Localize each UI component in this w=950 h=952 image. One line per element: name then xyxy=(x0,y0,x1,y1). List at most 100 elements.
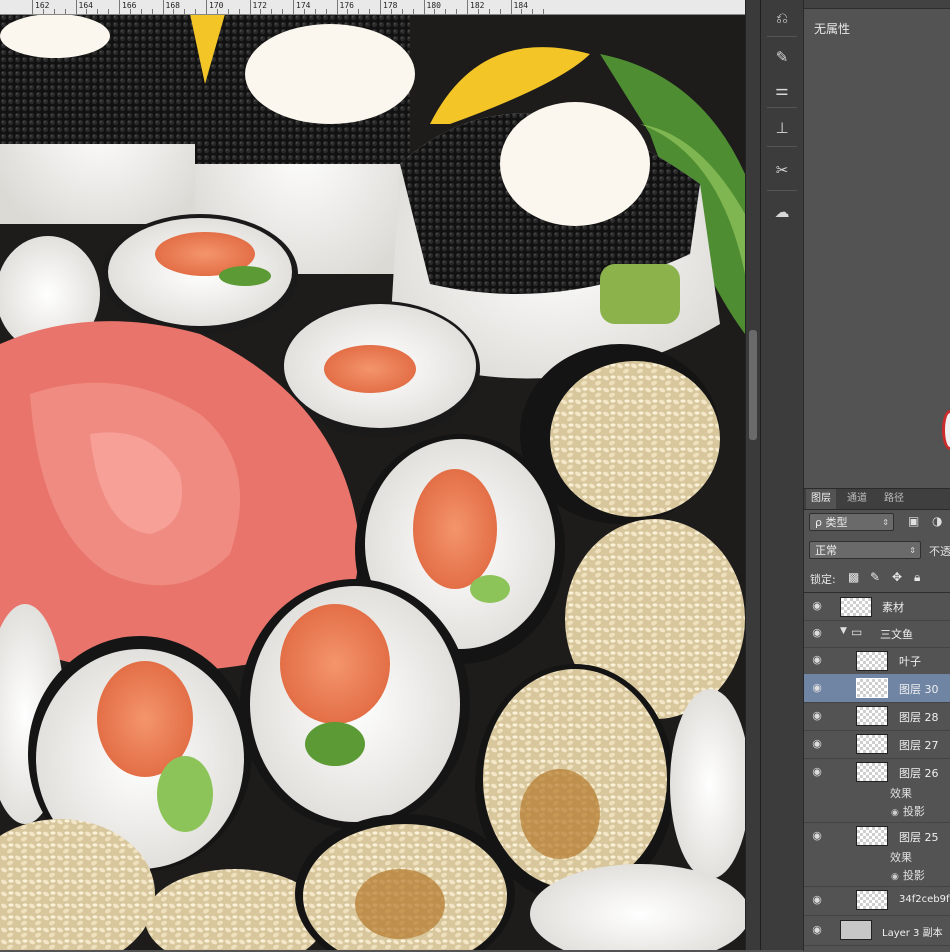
visibility-eye-icon[interactable]: ◉ xyxy=(810,738,824,750)
effect-item[interactable]: ◉ 投影 xyxy=(891,803,925,819)
adjust-icon[interactable]: ⚌ xyxy=(770,78,794,102)
ruler-minor-tick xyxy=(260,9,262,14)
visibility-eye-icon[interactable]: ◉ xyxy=(810,830,824,842)
effect-visibility-eye-icon[interactable]: ◉ xyxy=(891,808,899,818)
chevron-down-icon: ⇕ xyxy=(882,518,889,527)
layer-row[interactable]: ◉ 图层 26 效果 ◉ 投影 xyxy=(804,758,950,823)
visibility-eye-icon[interactable]: ◉ xyxy=(810,600,824,612)
layer-filter-select[interactable]: ρ 类型 ⇕ xyxy=(809,513,894,531)
toolstrip-divider xyxy=(767,107,797,108)
visibility-eye-icon[interactable]: ◉ xyxy=(810,710,824,722)
ruler-minor-tick xyxy=(434,9,436,14)
ruler-major-tick xyxy=(423,0,425,14)
lock-transparent-icon[interactable]: ▩ xyxy=(848,570,859,584)
effect-item[interactable]: ◉ 投影 xyxy=(891,867,925,883)
panel-toolstrip: ⎌ ✎ ⚌ ⊥ ✂ ☁ xyxy=(760,0,804,950)
layer-thumbnail xyxy=(856,651,888,671)
visibility-eye-icon[interactable]: ◉ xyxy=(810,894,824,906)
visibility-eye-icon[interactable]: ◉ xyxy=(810,924,824,936)
ruler-minor-tick xyxy=(195,9,197,14)
ruler-minor-tick xyxy=(227,9,229,14)
layer-name: 图层 27 xyxy=(899,739,939,752)
lock-position-icon[interactable]: ✥ xyxy=(892,570,902,584)
sushi-photo xyxy=(0,14,745,950)
ruler-minor-tick xyxy=(216,9,218,14)
layer-row[interactable]: ◉ Layer 3 副本 xyxy=(804,915,950,946)
layer-thumbnail xyxy=(856,826,888,846)
layer-row[interactable]: ◉ 图层 28 xyxy=(804,702,950,731)
layer-group-row[interactable]: ◉ ▼ ▭ 三文鱼 xyxy=(804,620,950,648)
layer-list: ◉ 素材 ◉ ▼ ▭ 三文鱼 ◉ 叶子 ◉ 图层 30 ◉ 图层 28 ◉ 图层… xyxy=(804,592,950,952)
effects-label: 效果 xyxy=(890,787,912,800)
scrollbar-thumb[interactable] xyxy=(749,330,757,440)
layers-panel: 图层 通道 路径 ρ 类型 ⇕ ▣ ◑ 正常 ⇕ 不透 锁定: ▩ ✎ ✥ 🔒︎… xyxy=(803,488,950,951)
visibility-eye-icon[interactable]: ◉ xyxy=(810,654,824,666)
ruler-minor-tick xyxy=(445,9,447,14)
ruler-minor-tick xyxy=(303,9,305,14)
layer-name: 图层 30 xyxy=(899,683,939,696)
visibility-eye-icon[interactable]: ◉ xyxy=(810,627,824,639)
layer-filter-label: ρ 类型 xyxy=(815,516,848,529)
layer-group-name: 三文鱼 xyxy=(880,628,913,641)
layer-name: 素材 xyxy=(882,601,904,614)
properties-header xyxy=(804,0,950,9)
ruler-minor-tick xyxy=(412,9,414,14)
ruler-minor-tick xyxy=(477,9,479,14)
effect-visibility-eye-icon[interactable]: ◉ xyxy=(891,872,899,882)
visibility-eye-icon[interactable]: ◉ xyxy=(810,766,824,778)
visibility-eye-icon[interactable]: ◉ xyxy=(810,682,824,694)
ruler-minor-tick xyxy=(53,9,55,14)
ruler-major-tick xyxy=(510,0,512,14)
ruler-minor-tick xyxy=(314,9,316,14)
ruler-minor-tick xyxy=(369,9,371,14)
ruler-major-tick xyxy=(293,0,294,14)
document-canvas[interactable]: 162 164 166 168 170 172 174 176 178 180 182 184 xyxy=(0,0,745,950)
layer-name: 图层 26 xyxy=(899,767,939,780)
opacity-label: 不透 xyxy=(929,545,950,558)
effect-name: 投影 xyxy=(902,805,925,818)
tab-paths[interactable]: 路径 xyxy=(879,489,909,509)
effect-name: 投影 xyxy=(902,869,925,882)
ruler-major-tick xyxy=(336,0,338,14)
no-properties-label: 无属性 xyxy=(814,22,851,36)
chevron-down-icon: ⇕ xyxy=(909,546,916,555)
lock-paint-icon[interactable]: ✎ xyxy=(870,570,880,584)
image-filter-icon[interactable]: ▣ xyxy=(908,514,919,528)
canvas-vertical-scrollbar[interactable] xyxy=(745,0,760,950)
ruler-minor-tick xyxy=(325,9,327,14)
creative-cloud-icon[interactable]: ☁ xyxy=(770,200,794,224)
layer-row[interactable]: ◉ 图层 27 xyxy=(804,730,950,759)
brush-preset-icon[interactable]: ✎ xyxy=(770,45,794,69)
tool-preset-icon[interactable]: ✂ xyxy=(770,158,794,182)
layer-thumbnail xyxy=(856,734,888,754)
layer-row[interactable]: ◉ 图层 25 效果 ◉ 投影 xyxy=(804,822,950,887)
ruler-minor-tick xyxy=(140,9,142,14)
tab-layers[interactable]: 图层 xyxy=(806,489,836,509)
ruler-minor-tick xyxy=(238,9,240,14)
history-icon[interactable]: ⎌ xyxy=(770,6,794,30)
blend-mode-select[interactable]: 正常 ⇕ xyxy=(809,541,921,559)
expand-triangle-icon[interactable]: ▼ xyxy=(840,626,847,636)
layer-row[interactable]: ◉ 素材 xyxy=(804,593,950,621)
layer-thumbnail xyxy=(856,762,888,782)
ruler-minor-tick xyxy=(271,9,273,14)
ruler-minor-tick xyxy=(543,9,545,14)
ruler-minor-tick xyxy=(108,9,110,14)
layer-name: 叶子 xyxy=(899,655,921,668)
layer-row-selected[interactable]: ◉ 图层 30 xyxy=(804,674,950,703)
layer-name: 图层 25 xyxy=(899,831,939,844)
layer-thumbnail xyxy=(840,920,872,940)
ruler-minor-tick xyxy=(347,9,349,14)
layer-thumbnail xyxy=(856,706,888,726)
clone-source-icon[interactable]: ⊥ xyxy=(770,116,794,140)
tab-channels[interactable]: 通道 xyxy=(842,489,872,509)
ruler-major-tick xyxy=(119,0,120,14)
layer-row[interactable]: ◉ 34f2ceb9f xyxy=(804,886,950,916)
ruler-minor-tick xyxy=(173,9,175,14)
ruler-minor-tick xyxy=(390,9,392,14)
layer-row[interactable]: ◉ 叶子 xyxy=(804,647,950,675)
lock-all-icon[interactable]: 🔒︎ xyxy=(914,570,920,585)
adjustment-filter-icon[interactable]: ◑ xyxy=(932,514,942,528)
ruler-minor-tick xyxy=(97,9,99,14)
ruler-minor-tick xyxy=(488,9,490,14)
